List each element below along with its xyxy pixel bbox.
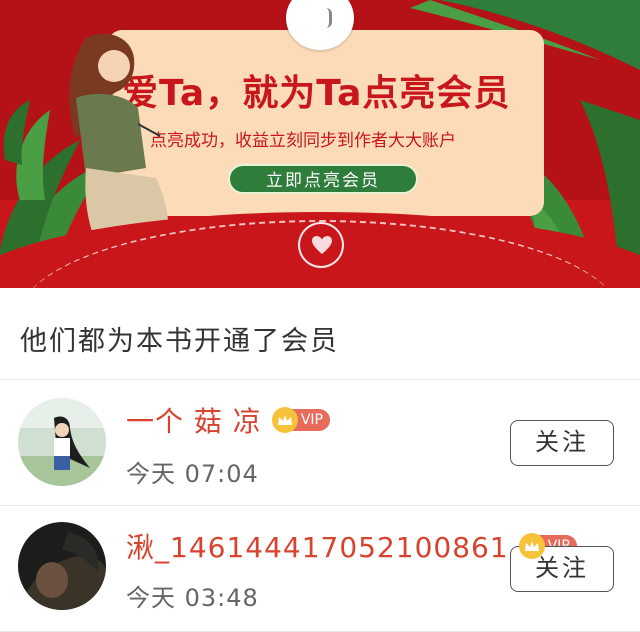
membership-banner[interactable]: 爱Ta，就为Ta点亮会员 点亮成功，收益立刻同步到作者大大账户 立即点亮会员 xyxy=(0,0,640,288)
banner-subtitle: 点亮成功，收益立刻同步到作者大大账户 xyxy=(150,131,456,151)
avatar-image xyxy=(18,522,106,610)
avatar-image xyxy=(18,398,106,486)
member-name[interactable]: 湫_1461444170521008​61 xyxy=(126,526,509,566)
vip-badge: VIP xyxy=(271,407,330,433)
follow-button[interactable]: 关注 xyxy=(510,420,614,466)
list-item: 湫_1461444170521008​61 VIP 今天 03:48 关注 xyxy=(0,506,640,632)
heart-icon xyxy=(312,236,332,254)
avatar[interactable] xyxy=(18,522,106,610)
banner-title: 爱Ta，就为Ta点亮会员 xyxy=(122,73,511,114)
member-time: 今天 03:48 xyxy=(126,584,259,612)
heart-seal xyxy=(298,222,344,268)
crown-icon xyxy=(271,407,298,433)
pull-tab-mark-icon xyxy=(326,8,332,28)
section-title: 他们都为本书开通了会员 xyxy=(0,288,640,380)
member-name[interactable]: 一个 菇 凉 xyxy=(126,400,262,440)
member-name-line: 一个 菇 凉 VIP xyxy=(126,400,330,440)
light-up-membership-button[interactable]: 立即点亮会员 xyxy=(228,164,418,194)
avatar[interactable] xyxy=(18,398,106,486)
member-time: 今天 07:04 xyxy=(126,460,259,488)
crown-icon xyxy=(518,533,545,559)
list-item: 一个 菇 凉 VIP 今天 07:04 关注 xyxy=(0,380,640,506)
